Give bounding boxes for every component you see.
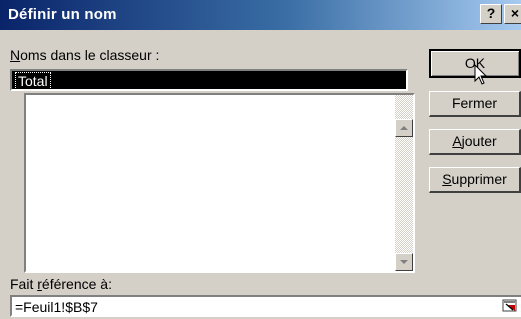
collapse-dialog-icon[interactable] bbox=[502, 299, 518, 313]
refers-to-input-value: =Feuil1!$B$7 bbox=[15, 299, 98, 315]
names-list[interactable] bbox=[24, 93, 415, 273]
names-label-text: oms dans le classeur : bbox=[20, 47, 160, 63]
delete-button[interactable]: Supprimer bbox=[429, 167, 521, 193]
names-list-scrollbar[interactable] bbox=[395, 95, 413, 271]
add-button-label: jouter bbox=[461, 133, 497, 149]
close-button[interactable]: Fermer bbox=[429, 91, 521, 117]
delete-button-access-key: S bbox=[442, 171, 452, 187]
add-button-access-key: A bbox=[452, 133, 462, 149]
mouse-pointer-icon bbox=[474, 64, 488, 85]
refers-to-label: Fait référence à: bbox=[10, 276, 112, 292]
define-name-dialog: Définir un nom ? × Noms dans le classeur… bbox=[0, 0, 521, 319]
refers-to-label-end: éférence à: bbox=[41, 276, 112, 292]
add-button[interactable]: Ajouter bbox=[429, 129, 521, 155]
dialog-title: Définir un nom bbox=[8, 6, 117, 23]
refers-to-label-start: Fait bbox=[10, 276, 38, 292]
name-input-value: Total bbox=[15, 72, 51, 90]
refers-to-input[interactable]: =Feuil1!$B$7 bbox=[10, 295, 521, 317]
name-input[interactable]: Total bbox=[10, 69, 408, 91]
scroll-up-arrow-icon[interactable] bbox=[395, 119, 413, 137]
help-icon[interactable]: ? bbox=[480, 4, 502, 24]
names-in-workbook-label: Noms dans le classeur : bbox=[10, 47, 159, 63]
close-icon[interactable]: × bbox=[504, 4, 521, 24]
title-bar[interactable]: Définir un nom ? × bbox=[0, 0, 521, 30]
scroll-down-arrow-icon[interactable] bbox=[395, 253, 413, 271]
names-label-access-key: N bbox=[10, 47, 21, 63]
delete-button-label: upprimer bbox=[451, 171, 507, 187]
